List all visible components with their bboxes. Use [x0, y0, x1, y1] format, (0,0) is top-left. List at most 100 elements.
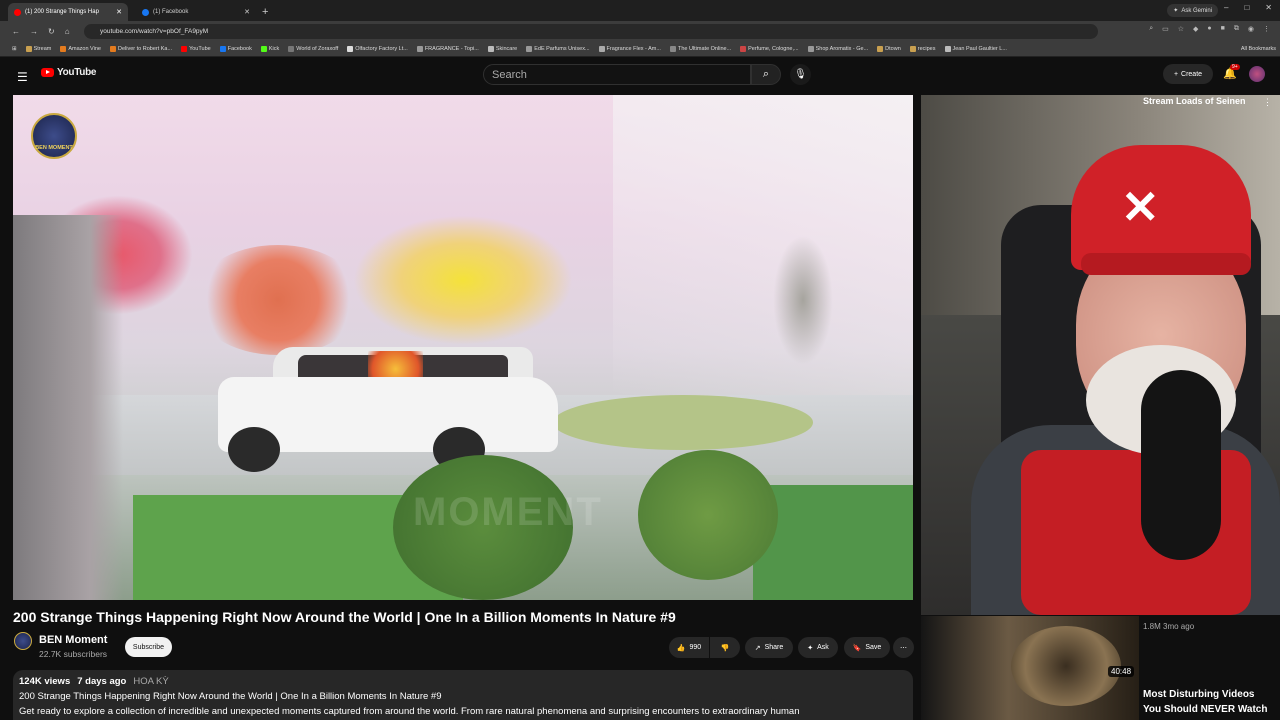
share-button[interactable]: ↗ Share	[745, 637, 793, 658]
search-input[interactable]: Search	[483, 64, 751, 85]
create-label: Create	[1181, 70, 1203, 78]
forward-icon[interactable]: →	[30, 27, 38, 36]
folder-icon	[877, 46, 884, 52]
more-actions-button[interactable]: ⋯	[893, 637, 914, 658]
video-frame-car	[218, 347, 558, 472]
toolbar-extensions: ⌕ ▭ ☆ ◆ ● ■ ⧉ ◉ ⋮	[1149, 25, 1270, 33]
bookmark-star-icon[interactable]: ☆	[1178, 25, 1184, 33]
bookmark-item[interactable]: FRAGRANCE - Topi...	[416, 46, 479, 52]
sidebar-video-title[interactable]: Most Disturbing Videos	[1143, 689, 1255, 700]
bookmark-item[interactable]: Amazon Vine	[60, 46, 101, 52]
address-bar[interactable]: youtube.com/watch?v=pbOf_FA9pyM	[84, 24, 1098, 39]
bookmark-item[interactable]: World of Zoraxoff	[288, 46, 338, 52]
ask-button[interactable]: ✦ Ask	[798, 637, 838, 658]
new-tab-button[interactable]: +	[262, 6, 268, 18]
site-icon	[669, 46, 676, 52]
bookmark-label: YouTube	[189, 46, 211, 52]
bookmark-item[interactable]: YouTube	[181, 46, 211, 52]
video-player[interactable]: MOMENT BEN MOMENT	[13, 95, 913, 600]
subscriber-count: 22.7K subscribers	[39, 649, 108, 659]
menu-hamburger-icon[interactable]: ☰	[17, 70, 28, 84]
voice-search-button[interactable]: 🎙	[790, 64, 811, 85]
like-button[interactable]: 👍 990	[669, 637, 709, 658]
location-tag[interactable]: HOA KỲ	[133, 676, 168, 687]
apps-icon[interactable]: ⊞	[12, 46, 17, 52]
close-tab-icon[interactable]: ✕	[116, 8, 122, 16]
bookmark-item[interactable]: Perfume, Cologne,...	[740, 46, 799, 52]
more-horizontal-icon: ⋯	[900, 644, 907, 652]
bookmark-item[interactable]: Dtown	[877, 46, 901, 52]
tab-youtube[interactable]: (1) 200 Strange Things Hap ✕	[8, 3, 128, 21]
youtube-icon	[181, 46, 188, 52]
menu-icon[interactable]: ⋮	[1263, 25, 1270, 33]
bookmark-label: Facebook	[227, 46, 252, 52]
reload-icon[interactable]: ↻	[48, 27, 55, 36]
sidebar-video-title[interactable]: Stream Loads of Seinen	[1143, 96, 1280, 106]
bookmark-label: Jean Paul Gaultier L...	[952, 46, 1007, 52]
account-avatar[interactable]	[1249, 66, 1265, 82]
bookmark-item[interactable]: Shop Aromatix - Ge...	[807, 46, 869, 52]
bookmark-label: Deliver to Robert Ka...	[117, 46, 173, 52]
site-icon	[487, 46, 494, 52]
bookmark-label: EdE Parfums Unisex...	[534, 46, 590, 52]
extension-icon[interactable]: ■	[1221, 25, 1225, 33]
bookmark-label: Shop Aromatix - Ge...	[815, 46, 869, 52]
bookmarks-bar: ⊞ Stream Amazon Vine Deliver to Robert K…	[0, 42, 1280, 57]
bookmark-item[interactable]: Jean Paul Gaultier L...	[944, 46, 1007, 52]
extension-icon[interactable]: ◆	[1193, 25, 1198, 33]
bookmark-item[interactable]: Fragrance Flex - Am...	[598, 46, 661, 52]
bookmark-item[interactable]: Deliver to Robert Ka...	[109, 46, 173, 52]
all-bookmarks[interactable]: All Bookmarks	[1241, 46, 1276, 52]
video-frame-wall	[13, 215, 123, 600]
cast-icon[interactable]: ▭	[1162, 25, 1169, 33]
bookmark-icon: 🔖	[852, 644, 862, 652]
notifications-button[interactable]: 🔔 9+	[1223, 64, 1240, 80]
bookmark-item[interactable]: The Ultimate Online...	[669, 46, 731, 52]
channel-name[interactable]: BEN Moment	[39, 634, 107, 646]
bookmark-label: Perfume, Cologne,...	[748, 46, 799, 52]
zoom-icon[interactable]: ⌕	[1149, 25, 1153, 33]
globe-icon	[807, 46, 814, 52]
bookmark-item[interactable]: recipes	[909, 46, 936, 52]
minimize-icon[interactable]: –	[1224, 3, 1228, 12]
ask-gemini-button[interactable]: ✦ Ask Gemini	[1167, 4, 1218, 17]
sidebar-thumbnail[interactable]	[921, 616, 1139, 720]
bookmark-item[interactable]: EdE Parfums Unisex...	[526, 46, 590, 52]
streamer-cap	[1071, 145, 1251, 270]
site-icon	[740, 46, 747, 52]
dislike-button[interactable]: 👎	[710, 637, 740, 658]
subscribe-button[interactable]: Subscribe	[125, 637, 172, 657]
more-options-icon[interactable]: ⋮	[1263, 97, 1272, 108]
youtube-logo[interactable]: YouTube	[41, 67, 97, 78]
sparkle-icon: ✦	[807, 644, 814, 652]
channel-avatar[interactable]	[14, 632, 32, 650]
bookmark-label: Dtown	[885, 46, 901, 52]
youtube-play-icon	[41, 68, 54, 77]
search-button[interactable]: ⌕	[751, 64, 781, 85]
extension-icon[interactable]: ●	[1207, 25, 1211, 33]
maximize-icon[interactable]: □	[1244, 3, 1249, 12]
puzzle-icon[interactable]: ⧉	[1234, 25, 1239, 33]
like-count: 990	[689, 644, 702, 651]
video-watermark: MOMENT	[413, 490, 603, 534]
bookmark-item[interactable]: Kick	[260, 46, 280, 52]
bookmark-item[interactable]: Olfactory Factory Lt...	[347, 46, 408, 52]
site-icon	[944, 46, 951, 52]
create-button[interactable]: + Create	[1163, 64, 1213, 84]
sidebar-video-title[interactable]: You Should NEVER Watch	[1143, 704, 1267, 715]
plus-icon: +	[1173, 70, 1179, 78]
bookmark-label: FRAGRANCE - Topi...	[424, 46, 479, 52]
home-icon[interactable]: ⌂	[65, 27, 70, 36]
tab-facebook[interactable]: (1) Facebook ✕	[136, 3, 256, 21]
profile-icon[interactable]: ◉	[1248, 25, 1254, 33]
cap-logo: ✕	[1121, 181, 1160, 233]
folder-icon	[25, 46, 32, 52]
bookmark-item[interactable]: Stream	[25, 46, 51, 52]
bookmark-item[interactable]: Skincare	[487, 46, 517, 52]
save-button[interactable]: 🔖 Save	[844, 637, 890, 658]
bookmark-item[interactable]: Facebook	[219, 46, 252, 52]
close-window-icon[interactable]: ✕	[1265, 3, 1272, 12]
bookmark-label: Kick	[268, 46, 280, 52]
close-tab-icon[interactable]: ✕	[244, 8, 250, 16]
back-icon[interactable]: ←	[12, 27, 20, 36]
